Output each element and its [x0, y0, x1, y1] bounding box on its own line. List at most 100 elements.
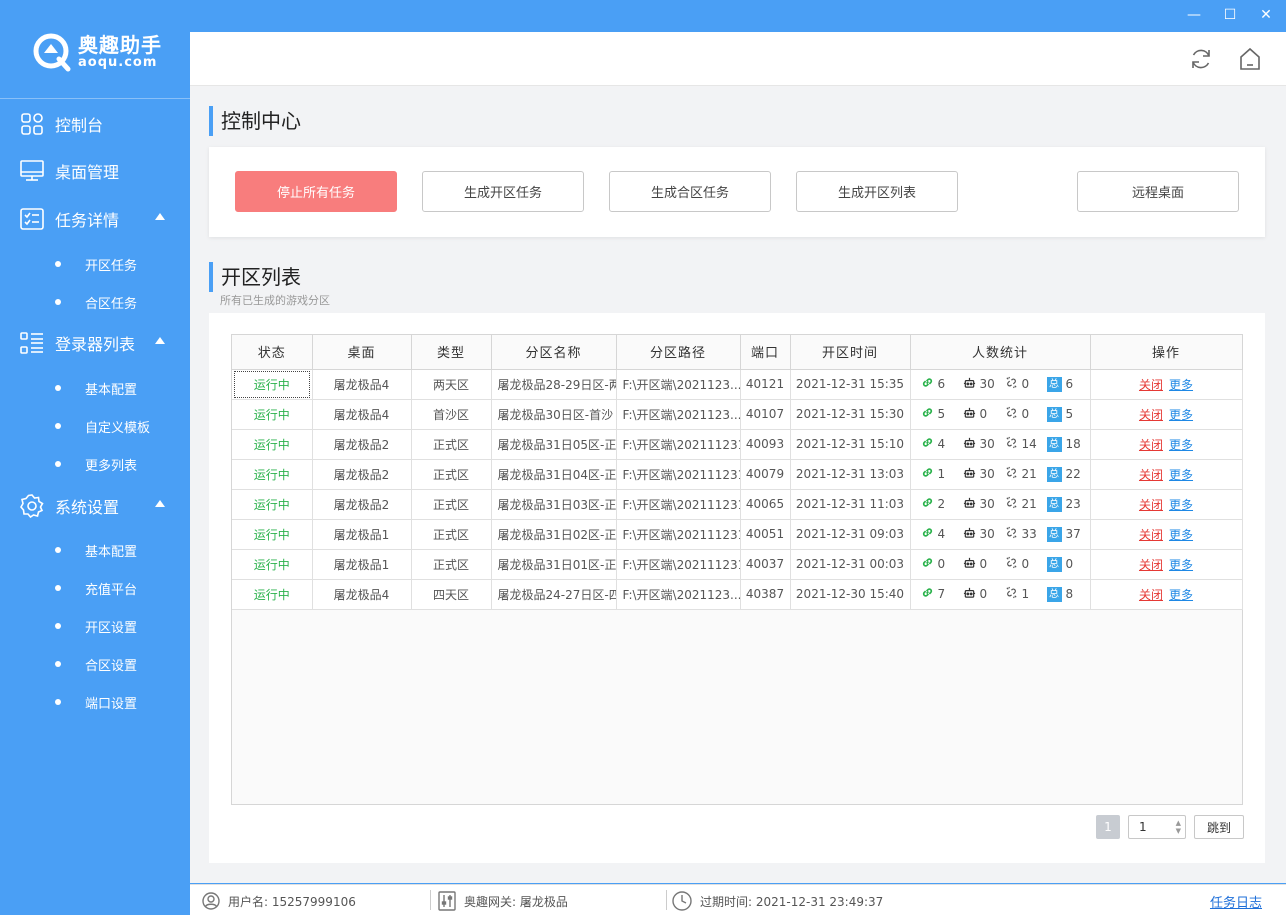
- stats-cell: 000总0: [910, 549, 1091, 580]
- grid-icon: [21, 113, 43, 135]
- close-server-link[interactable]: 关闭: [1139, 438, 1163, 452]
- close-server-link[interactable]: 关闭: [1139, 378, 1163, 392]
- robot-icon: [963, 406, 976, 422]
- table-row[interactable]: 运行中 屠龙极品2 正式区 屠龙极品31日03区-正 F:\开区端\2021112313…: [232, 489, 1243, 520]
- type-cell: 正式区: [411, 489, 492, 520]
- total-badge: 总: [1046, 376, 1062, 392]
- more-link[interactable]: 更多: [1169, 558, 1193, 572]
- column-header[interactable]: 操作: [1090, 335, 1243, 370]
- server-list-subtitle: 所有已生成的游戏分区: [220, 294, 330, 307]
- name-cell: 屠龙极品31日02区-正: [491, 519, 617, 550]
- column-header[interactable]: 类型: [411, 335, 492, 370]
- status-cell: 运行中: [232, 519, 313, 550]
- nav-sub-open-settings[interactable]: 开区设置: [0, 611, 190, 641]
- nav-sub-port-settings[interactable]: 端口设置: [0, 687, 190, 717]
- stop-all-tasks-button[interactable]: 停止所有任务: [235, 171, 397, 212]
- maximize-button[interactable]: ☐: [1222, 6, 1238, 24]
- close-server-link[interactable]: 关闭: [1139, 588, 1163, 602]
- more-link[interactable]: 更多: [1169, 498, 1193, 512]
- nav-desktop[interactable]: 桌面管理: [0, 151, 190, 191]
- pagination: 1 1 ▲ ▼ 跳到: [1096, 815, 1244, 839]
- time-cell: 2021-12-31 15:30: [790, 399, 911, 430]
- link-icon: [921, 376, 934, 392]
- robot-icon: [963, 556, 976, 572]
- table-row[interactable]: 运行中 屠龙极品4 首沙区 屠龙极品30日区-首沙 F:\开区端\2021123... 4…: [232, 399, 1243, 430]
- close-server-link[interactable]: 关闭: [1139, 468, 1163, 482]
- generate-open-list-button[interactable]: 生成开区列表: [796, 171, 958, 212]
- more-link[interactable]: 更多: [1169, 408, 1193, 422]
- nav-sub-more-list[interactable]: 更多列表: [0, 449, 190, 479]
- link-icon: [921, 586, 934, 602]
- close-window-button[interactable]: ✕: [1258, 6, 1274, 24]
- nav-logins[interactable]: 登录器列表: [0, 323, 190, 363]
- type-cell: 正式区: [411, 459, 492, 490]
- table-row[interactable]: 运行中 屠龙极品4 两天区 屠龙极品28-29日区-两 F:\开区端\2021123..…: [232, 369, 1243, 400]
- column-header[interactable]: 状态: [232, 335, 313, 370]
- task-log-link[interactable]: 任务日志: [1210, 892, 1262, 911]
- nav-sub-basic-config[interactable]: 基本配置: [0, 373, 190, 403]
- nav-sub-settings-basic[interactable]: 基本配置: [0, 535, 190, 565]
- refresh-icon[interactable]: [1189, 47, 1213, 71]
- path-cell: F:\开区端\2021123...: [616, 399, 741, 430]
- nav-console[interactable]: 控制台: [0, 104, 190, 144]
- nav-sub-open-task[interactable]: 开区任务: [0, 249, 190, 279]
- nav-tasks-label: 任务详情: [55, 211, 120, 230]
- column-header[interactable]: 分区名称: [491, 335, 617, 370]
- table-row[interactable]: 运行中 屠龙极品1 正式区 屠龙极品31日02区-正 F:\开区端\2021112312…: [232, 519, 1243, 550]
- more-link[interactable]: 更多: [1169, 378, 1193, 392]
- page-input[interactable]: 1 ▲ ▼: [1128, 815, 1186, 839]
- more-link[interactable]: 更多: [1169, 588, 1193, 602]
- remote-desktop-button[interactable]: 远程桌面: [1077, 171, 1239, 212]
- close-server-link[interactable]: 关闭: [1139, 528, 1163, 542]
- action-cell: 关闭 更多: [1090, 399, 1243, 430]
- spinner-icon[interactable]: ▲ ▼: [1176, 819, 1181, 835]
- desktop-cell: 屠龙极品1: [312, 549, 412, 580]
- stats-cell: 500总5: [910, 399, 1091, 430]
- close-server-link[interactable]: 关闭: [1139, 498, 1163, 512]
- page-number-button[interactable]: 1: [1096, 815, 1120, 839]
- checklist-icon: [20, 208, 44, 230]
- path-cell: F:\开区端\2021123...: [616, 369, 741, 400]
- close-server-link[interactable]: 关闭: [1139, 408, 1163, 422]
- column-header[interactable]: 端口: [740, 335, 791, 370]
- column-header[interactable]: 桌面: [312, 335, 412, 370]
- generate-open-task-button[interactable]: 生成开区任务: [422, 171, 584, 212]
- nav-sub-recharge[interactable]: 充值平台: [0, 573, 190, 603]
- generate-merge-task-button[interactable]: 生成合区任务: [609, 171, 771, 212]
- collapse-arrow-icon[interactable]: [155, 337, 165, 344]
- collapse-arrow-icon[interactable]: [155, 500, 165, 507]
- table-row[interactable]: 运行中 屠龙极品2 正式区 屠龙极品31日04区-正 F:\开区端\2021112314…: [232, 459, 1243, 490]
- table-row[interactable]: 运行中 屠龙极品1 正式区 屠龙极品31日01区-正 F:\开区端\2021112311…: [232, 549, 1243, 580]
- time-cell: 2021-12-31 13:03: [790, 459, 911, 490]
- more-link[interactable]: 更多: [1169, 528, 1193, 542]
- more-link[interactable]: 更多: [1169, 438, 1193, 452]
- action-cell: 关闭 更多: [1090, 489, 1243, 520]
- control-center-title: 控制中心: [209, 106, 301, 136]
- nav-sub-custom-template[interactable]: 自定义模板: [0, 411, 190, 441]
- status-cell: 运行中: [232, 459, 313, 490]
- minimize-button[interactable]: —: [1186, 6, 1202, 24]
- monitor-icon: [20, 160, 44, 181]
- close-server-link[interactable]: 关闭: [1139, 558, 1163, 572]
- collapse-arrow-icon[interactable]: [155, 213, 165, 220]
- robot-icon: [963, 376, 976, 392]
- nav-tasks[interactable]: 任务详情: [0, 199, 190, 239]
- jump-button[interactable]: 跳到: [1194, 815, 1244, 839]
- column-header[interactable]: 分区路径: [616, 335, 741, 370]
- nav-sub-merge-settings[interactable]: 合区设置: [0, 649, 190, 679]
- column-header[interactable]: 人数统计: [910, 335, 1091, 370]
- home-icon[interactable]: [1238, 47, 1262, 71]
- total-badge: 总: [1046, 556, 1062, 572]
- equalizer-icon: [438, 891, 456, 911]
- name-cell: 屠龙极品31日03区-正: [491, 489, 617, 520]
- table-row[interactable]: 运行中 屠龙极品4 四天区 屠龙极品24-27日区-四 F:\开区端\2021123..…: [232, 579, 1243, 610]
- broken-link-icon: [1005, 526, 1018, 542]
- nav-settings[interactable]: 系统设置: [0, 486, 190, 526]
- status-cell: 运行中: [232, 429, 313, 460]
- desktop-cell: 屠龙极品2: [312, 459, 412, 490]
- more-link[interactable]: 更多: [1169, 468, 1193, 482]
- name-cell: 屠龙极品28-29日区-两: [491, 369, 617, 400]
- nav-sub-merge-task[interactable]: 合区任务: [0, 287, 190, 317]
- table-row[interactable]: 运行中 屠龙极品2 正式区 屠龙极品31日05区-正 F:\开区端\2021112315…: [232, 429, 1243, 460]
- column-header[interactable]: 开区时间: [790, 335, 911, 370]
